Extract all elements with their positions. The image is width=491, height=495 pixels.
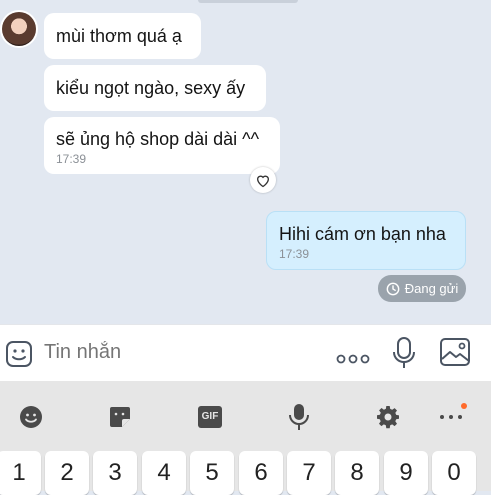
sending-status-badge: Đang gửi: [378, 275, 466, 302]
key-1[interactable]: 1: [0, 451, 41, 495]
message-text: Hihi cám ơn bạn nha: [279, 224, 446, 244]
more-dots-icon: [440, 415, 462, 419]
message-text: mùi thơm quá ạ: [56, 26, 182, 46]
message-bubble[interactable]: kiểu ngọt ngào, sexy ấy: [44, 65, 266, 111]
key-7[interactable]: 7: [287, 451, 331, 495]
microphone-icon: [289, 404, 309, 430]
message-text: kiểu ngọt ngào, sexy ấy: [56, 78, 246, 98]
heart-icon: [256, 175, 270, 187]
top-bar-edge: [198, 0, 298, 3]
key-8[interactable]: 8: [335, 451, 379, 495]
chat-area: mùi thơm quá ạ kiểu ngọt ngào, sexy ấy s…: [0, 0, 491, 324]
sticker-icon: [6, 341, 32, 367]
voice-input-key[interactable]: [285, 403, 313, 431]
gif-icon: GIF: [198, 406, 222, 428]
sticker-key[interactable]: [106, 403, 134, 431]
key-2[interactable]: 2: [45, 451, 89, 495]
sticker-icon: [110, 407, 130, 427]
key-0[interactable]: 0: [432, 451, 476, 495]
message-time: 17:39: [56, 152, 87, 166]
microphone-icon: [393, 337, 415, 368]
image-icon: [440, 338, 470, 366]
status-text: Đang gửi: [404, 281, 459, 296]
sticker-button[interactable]: [4, 339, 34, 369]
my-message-bubble[interactable]: Hihi cám ơn bạn nha 17:39: [266, 211, 466, 270]
avatar[interactable]: [2, 12, 36, 46]
key-3[interactable]: 3: [93, 451, 137, 495]
message-bubble[interactable]: mùi thơm quá ạ: [44, 13, 201, 59]
message-input-bar: [0, 324, 491, 382]
voice-message-button[interactable]: [392, 336, 416, 375]
more-options-button[interactable]: [336, 351, 370, 369]
emoji-icon: [20, 406, 42, 428]
gear-icon: [377, 406, 399, 429]
message-time: 17:39: [279, 247, 310, 261]
key-9[interactable]: 9: [384, 451, 428, 495]
send-image-button[interactable]: [439, 337, 471, 372]
message-input[interactable]: [44, 341, 314, 364]
message-bubble[interactable]: sẽ ủng hộ shop dài dài ^^ 17:39: [44, 117, 280, 174]
key-6[interactable]: 6: [239, 451, 283, 495]
gif-key[interactable]: GIF: [196, 403, 224, 431]
message-text: sẽ ủng hộ shop dài dài ^^: [56, 129, 260, 149]
key-5[interactable]: 5: [190, 451, 234, 495]
more-dots-icon: [336, 354, 370, 364]
clock-icon: [386, 282, 400, 295]
settings-key[interactable]: [374, 403, 402, 431]
react-button[interactable]: [250, 167, 276, 193]
more-key[interactable]: [437, 403, 467, 431]
emoji-key[interactable]: [17, 403, 45, 431]
key-4[interactable]: 4: [142, 451, 186, 495]
notification-dot: [461, 403, 467, 409]
